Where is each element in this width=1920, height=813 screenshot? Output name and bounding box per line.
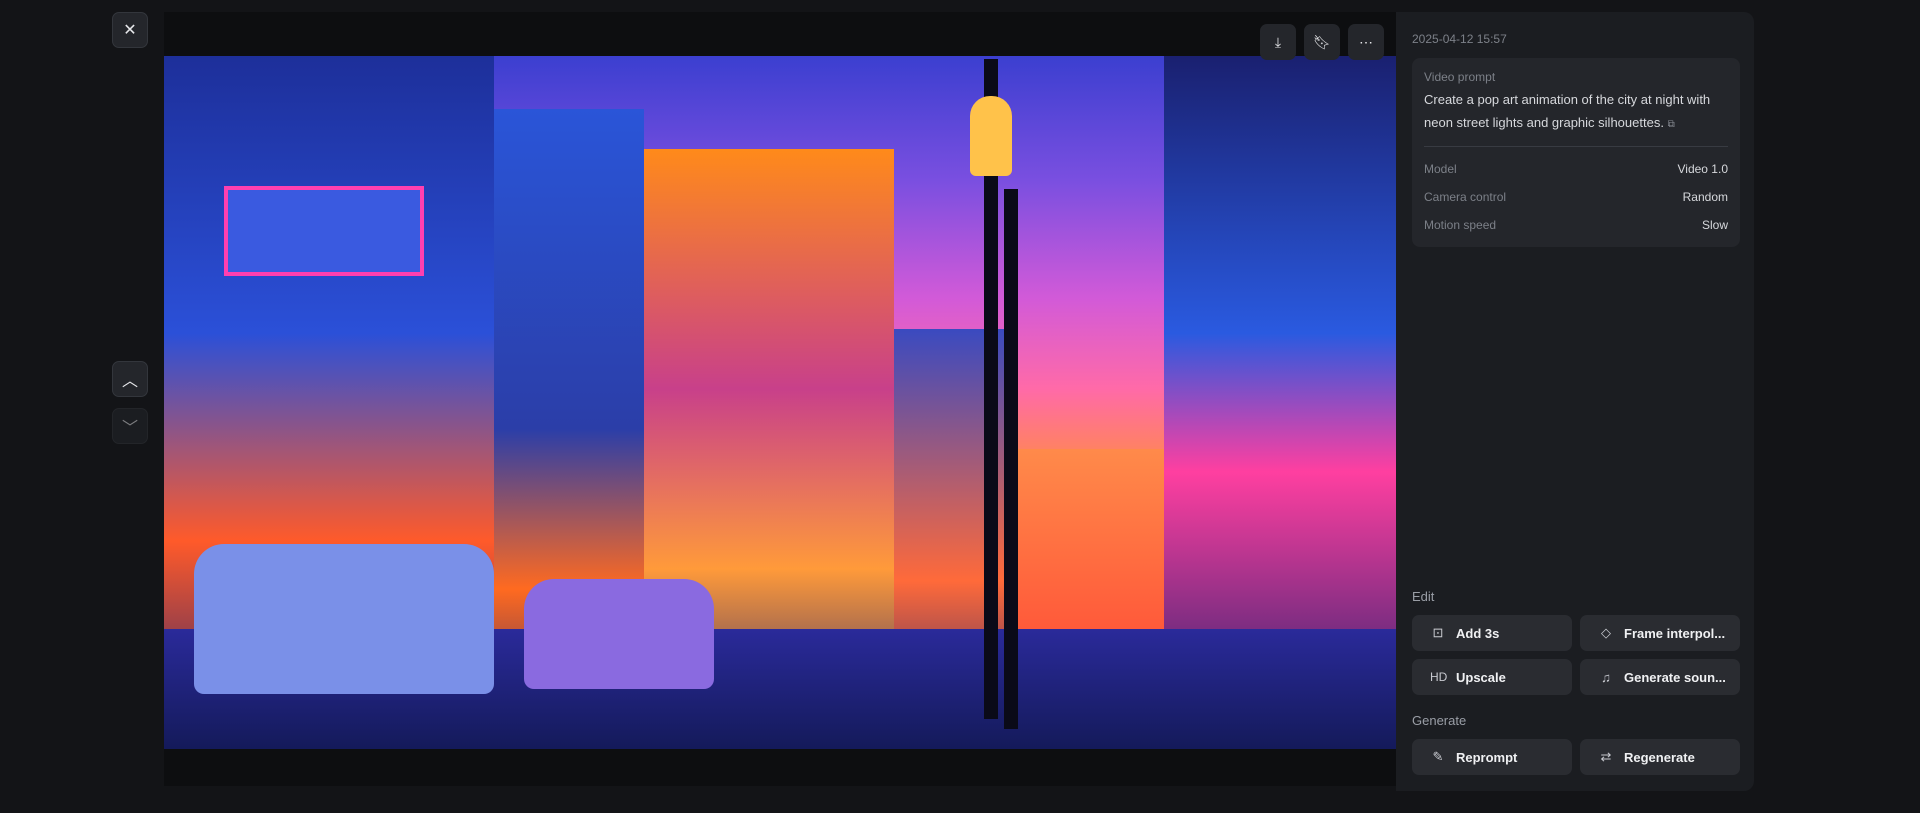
download-icon: ⤓ [1274,33,1282,50]
more-icon: ⋯ [1359,33,1373,50]
detail-value: Slow [1701,218,1728,232]
button-label: Upscale [1456,669,1506,685]
music-icon: ♫ [1601,669,1611,685]
button-label: Frame interpol... [1624,625,1726,641]
copy-icon[interactable]: ⧉ [1668,119,1675,130]
detail-row-model: Model Video 1.0 [1424,155,1728,183]
previous-button[interactable]: ︿ [112,361,148,397]
download-button[interactable]: ⤓ [1260,24,1296,60]
prompt-label: Video prompt [1424,70,1496,84]
generated-video-frame[interactable] [164,56,1396,749]
hd-icon: HD [1430,670,1448,684]
clock-plus-icon: ⊡ [1432,625,1444,640]
details-panel: 2025-04-12 15:57 Video prompt Create a p… [1396,12,1754,791]
button-label: Regenerate [1624,749,1695,765]
frame-interpolation-button[interactable]: ◇ Frame interpol... [1580,615,1740,651]
detail-value: Video 1.0 [1677,162,1729,176]
diamond-icon: ◇ [1601,625,1611,640]
bookmark-button[interactable]: 🔖︎ [1304,24,1340,60]
chevron-down-icon: ﹀ [121,420,138,437]
upscale-button[interactable]: HD Upscale [1412,659,1572,695]
regenerate-button[interactable]: ⇄ Regenerate [1580,739,1740,775]
detail-label: Motion speed [1424,218,1497,232]
divider [1424,146,1728,147]
media-viewer: ⤓ 🔖︎ ⋯ [164,12,1396,786]
detail-row-camera: Camera control Random [1424,183,1728,211]
repeat-icon: ⇄ [1600,749,1612,764]
detail-row-motion: Motion speed Slow [1424,211,1728,239]
close-button[interactable]: ✕ [112,12,148,48]
add-3s-button[interactable]: ⊡ Add 3s [1412,615,1572,651]
generate-sound-button[interactable]: ♫ Generate soun... [1580,659,1740,695]
prompt-card: Video prompt Create a pop art animation … [1412,58,1740,247]
close-icon: ✕ [123,22,137,39]
detail-label: Model [1424,162,1457,176]
bookmark-icon: 🔖︎ [1313,33,1331,50]
detail-label: Camera control [1424,190,1507,204]
next-button[interactable]: ﹀ [112,408,148,444]
more-button[interactable]: ⋯ [1348,24,1384,60]
detail-value: Random [1682,190,1728,204]
generate-section-label: Generate [1412,713,1467,728]
reprompt-button[interactable]: ✎ Reprompt [1412,739,1572,775]
chevron-up-icon: ︿ [121,373,138,390]
pencil-icon: ✎ [1432,749,1444,764]
edit-section-label: Edit [1412,589,1435,604]
button-label: Reprompt [1456,749,1518,765]
button-label: Generate soun... [1624,669,1726,685]
button-label: Add 3s [1456,625,1500,641]
timestamp: 2025-04-12 15:57 [1412,32,1507,46]
